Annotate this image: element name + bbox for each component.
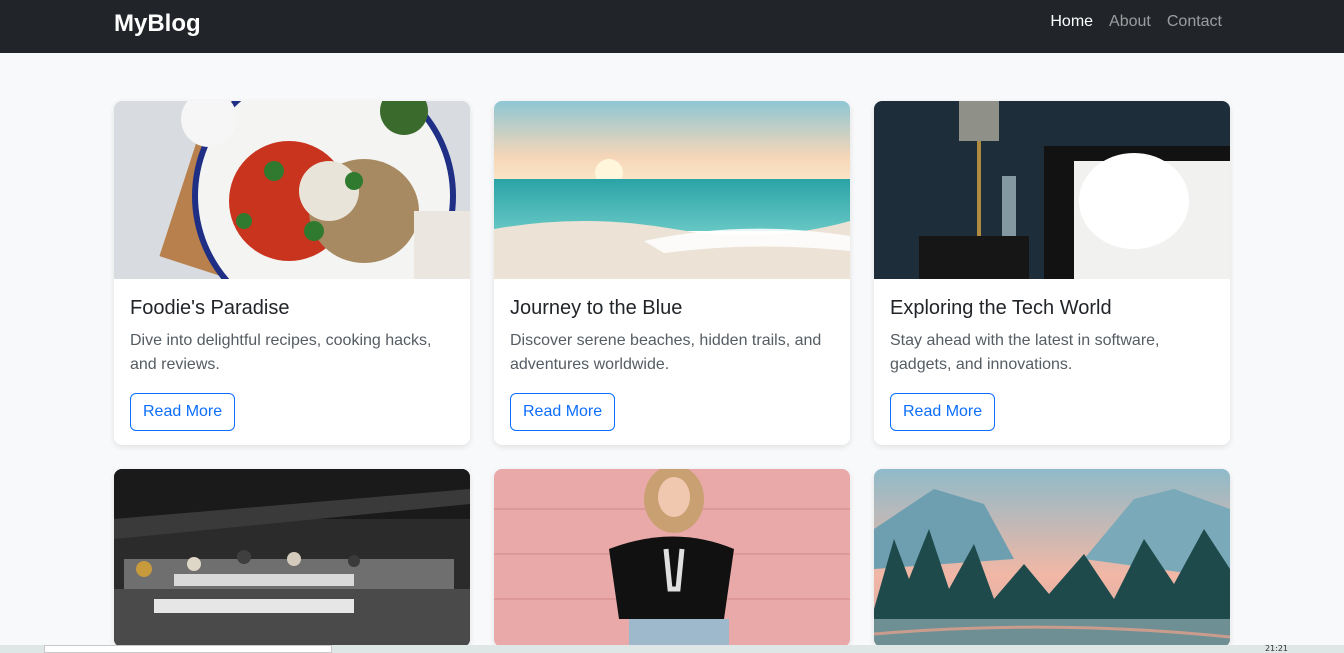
beach-sunset-photo	[494, 101, 850, 279]
card-title: Journey to the Blue	[510, 297, 683, 319]
card-title: Foodie's Paradise	[130, 297, 290, 319]
taskbar-window-thumbnail[interactable]	[44, 645, 332, 653]
bedroom-lamp-photo	[874, 101, 1230, 279]
read-more-button[interactable]: Read More	[510, 393, 616, 431]
nav-link-about[interactable]: About	[1109, 13, 1151, 31]
woman-pink-wall-photo	[494, 469, 850, 647]
card-text: Stay ahead with the latest in software, …	[890, 332, 1160, 373]
nav-link-home[interactable]: Home	[1050, 13, 1093, 31]
navbar: MyBlog Home About Contact	[0, 0, 1344, 53]
nav-links: Home About Contact	[1050, 13, 1222, 31]
card-nature	[874, 469, 1230, 647]
office-workspace-photo	[114, 469, 470, 647]
card-text: Discover serene beaches, hidden trails, …	[510, 332, 822, 373]
read-more-button[interactable]: Read More	[890, 393, 996, 431]
card-grid: Foodie's Paradise Dive into delightful r…	[114, 101, 1230, 647]
salad-bowl-photo	[114, 101, 470, 279]
card-body: Exploring the Tech World Stay ahead with…	[874, 279, 1230, 445]
card-body: Foodie's Paradise Dive into delightful r…	[114, 279, 470, 445]
card-text: Dive into delightful recipes, cooking ha…	[130, 332, 432, 373]
card-foodie: Foodie's Paradise Dive into delightful r…	[114, 101, 470, 445]
card-journey: Journey to the Blue Discover serene beac…	[494, 101, 850, 445]
card-body: Journey to the Blue Discover serene beac…	[494, 279, 850, 445]
card-fashion	[494, 469, 850, 647]
nav-link-contact[interactable]: Contact	[1167, 13, 1222, 31]
read-more-button[interactable]: Read More	[130, 393, 236, 431]
card-tech: Exploring the Tech World Stay ahead with…	[874, 101, 1230, 445]
brand-logo[interactable]: MyBlog	[114, 10, 201, 38]
mountain-forest-photo	[874, 469, 1230, 647]
taskbar-clock: 21:21	[1264, 644, 1288, 653]
card-title: Exploring the Tech World	[890, 297, 1112, 319]
card-office	[114, 469, 470, 647]
